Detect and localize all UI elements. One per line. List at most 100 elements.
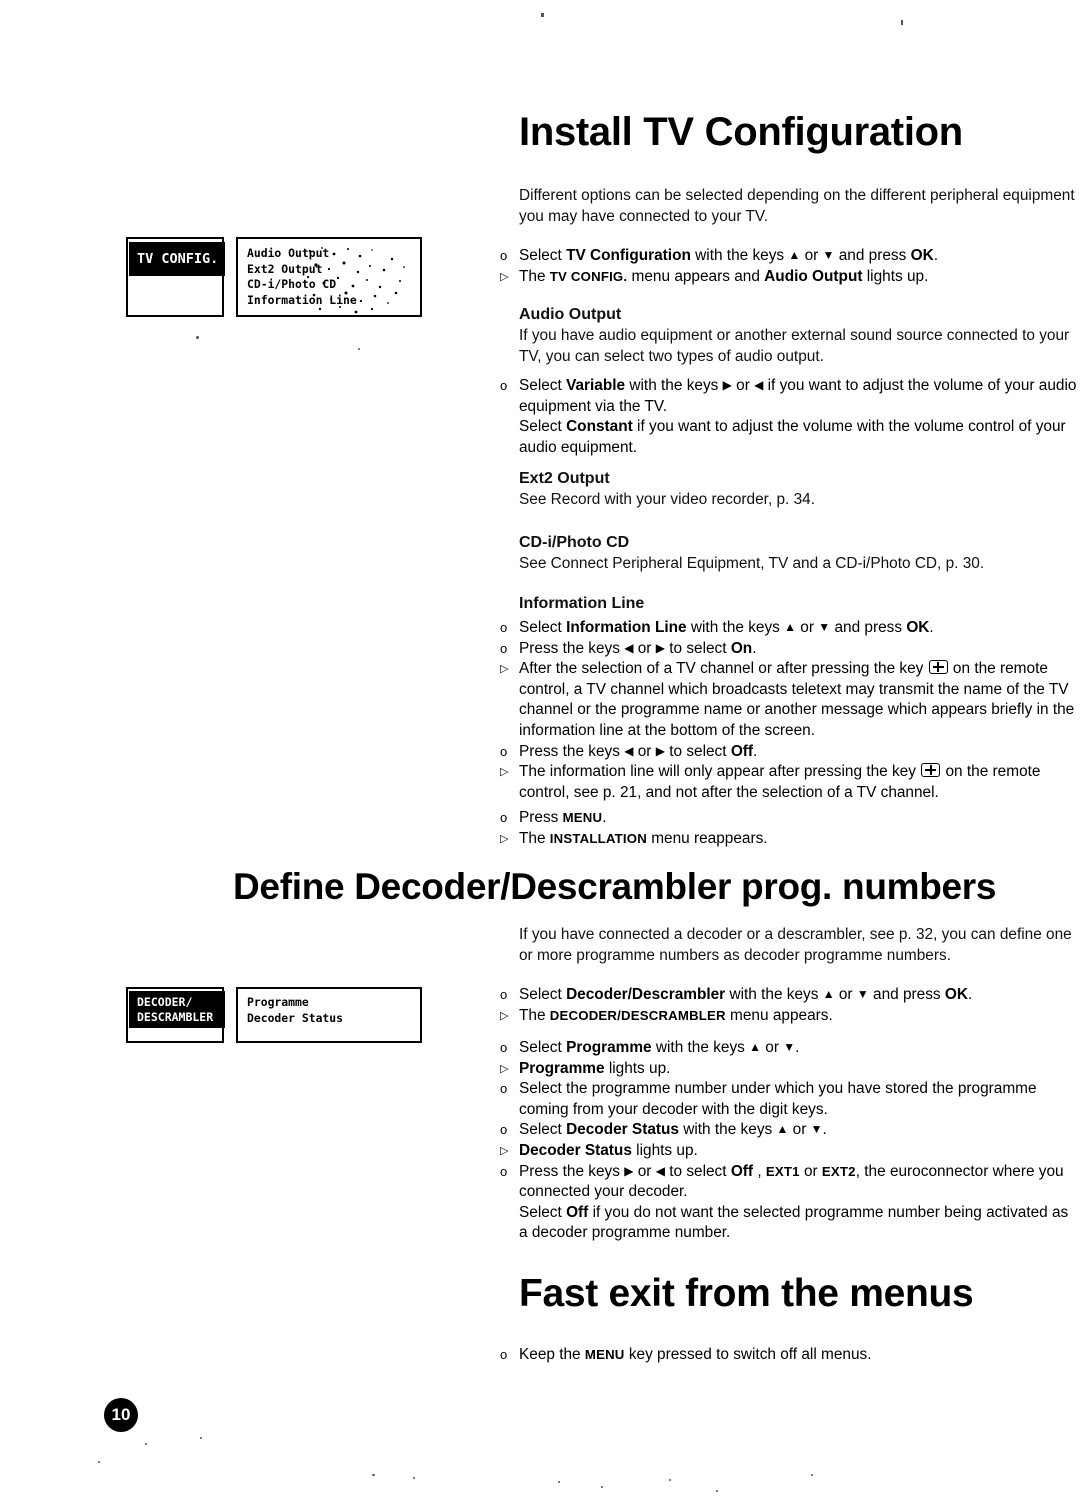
bullet-circle-icon: o — [500, 620, 508, 635]
bullet-triangle-icon: ▷ — [500, 1062, 509, 1075]
page-number-badge: 10 — [104, 1398, 138, 1432]
fastexit-step-0-text: Keep the MENU key pressed to switch off … — [519, 1346, 872, 1363]
arrow-down-icon: ▼ — [856, 987, 869, 1001]
infoline-step-0: o Select Information Line with the keys … — [496, 618, 1080, 639]
bullet-triangle-icon: ▷ — [500, 766, 509, 779]
install-closing-step-1: ▷ The INSTALLATION menu reappears. — [496, 829, 1080, 850]
decoder-steps-group1: o Select Decoder/Descrambler with the ke… — [496, 985, 1080, 1026]
decoder-step-g2-3: o Select Decoder Status with the keys ▲ … — [496, 1120, 1080, 1141]
install-closing-step-0-text: Press MENU. — [519, 809, 607, 826]
document-page: Install TV Configuration Different optio… — [0, 0, 1080, 1511]
decoder-step-g2-5: o Press the keys ▶ or ◀ to select Off , … — [496, 1162, 1080, 1244]
audio-output-step-0: o Select Variable with the keys ▶ or ◀ i… — [496, 376, 1080, 458]
bullet-circle-icon: o — [500, 248, 508, 263]
decoder-intro-paragraph: If you have connected a decoder or a des… — [519, 926, 1072, 964]
install-steps-list: o Select TV Configuration with the keys … — [496, 246, 1080, 287]
bullet-triangle-icon: ▷ — [500, 832, 509, 845]
decoder-step-g1-1-text: The DECODER/DESCRAMBLER menu appears. — [519, 1006, 833, 1024]
fastexit-step-0: o Keep the MENU key pressed to switch of… — [496, 1345, 1080, 1366]
install-step-1: ▷ The TV CONFIG. menu appears and Audio … — [496, 267, 1080, 288]
bullet-triangle-icon: ▷ — [500, 1144, 509, 1157]
tv-config-item-1: Ext2 Output — [247, 261, 323, 276]
bullet-circle-icon: o — [500, 810, 508, 825]
cdi-photo-cd-body: See Connect Peripheral Equipment, TV and… — [519, 555, 985, 572]
decoder-menu-graphic: DECODER/ DESCRAMBLER Programme Decoder S… — [126, 987, 422, 1043]
arrow-left-icon: ◀ — [754, 378, 764, 392]
arrow-up-icon: ▲ — [749, 1040, 762, 1054]
arrow-right-icon: ▶ — [624, 1163, 634, 1178]
subheading-ext2-output: Ext2 Output — [519, 470, 610, 487]
tv-config-highlight-label: TV CONFIG. — [129, 242, 225, 276]
audio-output-subsection: Audio Output If you have audio equipment… — [519, 304, 1077, 367]
heading-install-tv-configuration: Install TV Configuration — [519, 110, 963, 154]
bullet-circle-icon: o — [500, 378, 508, 393]
bullet-circle-icon: o — [500, 1163, 508, 1179]
decoder-step-g1-0: o Select Decoder/Descrambler with the ke… — [496, 985, 1080, 1006]
subheading-cdi-photo-cd: CD-i/Photo CD — [519, 534, 630, 551]
decoder-step-g1-0-text: Select Decoder/Descrambler with the keys… — [519, 986, 973, 1003]
infoline-step-2: ▷ After the selection of a TV channel or… — [496, 659, 1080, 741]
bullet-circle-icon: o — [500, 987, 508, 1002]
bullet-circle-icon: o — [500, 1081, 508, 1097]
information-line-subsection: Information Line — [519, 593, 1077, 615]
bullet-circle-icon: o — [500, 1122, 508, 1138]
tv-config-menu-graphic: TV CONFIG. Audio Output Ext2 Output CD-i… — [126, 237, 422, 317]
scan-dust — [145, 1443, 147, 1445]
install-intro-paragraph: Different options can be selected depend… — [519, 187, 1075, 225]
arrow-right-icon: ▶ — [655, 640, 665, 655]
arrow-down-icon: ▼ — [783, 1040, 796, 1054]
infoline-step-0-text: Select Information Line with the keys ▲ … — [519, 619, 934, 636]
fastexit-steps: o Keep the MENU key pressed to switch of… — [496, 1345, 1080, 1366]
arrow-up-icon: ▲ — [784, 620, 797, 634]
scan-dust — [601, 1486, 603, 1488]
bullet-triangle-icon: ▷ — [500, 270, 509, 283]
decoder-step-g2-3-text: Select Decoder Status with the keys ▲ or… — [519, 1121, 827, 1139]
decoder-step-g1-1: ▷ The DECODER/DESCRAMBLER menu appears. — [496, 1006, 1080, 1027]
subheading-information-line: Information Line — [519, 595, 645, 612]
tv-config-item-0: Audio Output — [247, 246, 330, 260]
decoder-step-g2-1: ▷ Programme lights up. — [496, 1059, 1080, 1080]
infoline-step-1-text: Press the keys ◀ or ▶ to select On. — [519, 639, 757, 657]
install-step-0-text: Select TV Configuration with the keys ▲ … — [519, 247, 938, 264]
arrow-right-icon: ▶ — [655, 743, 665, 758]
bullet-circle-icon: o — [500, 743, 508, 759]
scan-dust — [372, 1474, 375, 1476]
arrow-right-icon: ▶ — [722, 378, 732, 392]
decoder-item-1: Decoder Status — [247, 1010, 344, 1025]
arrow-left-icon: ◀ — [655, 1163, 665, 1178]
install-closing-step-1-text: The INSTALLATION menu reappears. — [519, 829, 768, 847]
scan-dust — [413, 1477, 415, 1479]
install-closing-steps: o Press MENU. ▷ The INSTALLATION menu re… — [496, 808, 1080, 849]
infoline-step-3: o Press the keys ◀ or ▶ to select Off. — [496, 742, 1080, 763]
tv-config-item-2: CD-i/Photo CD — [247, 277, 337, 292]
cdi-photo-cd-subsection: CD-i/Photo CD See Connect Peripheral Equ… — [519, 532, 1077, 575]
decoder-highlight-text-line2: DESCRAMBLER — [137, 1009, 214, 1024]
infoline-step-4-text: The information line will only appear af… — [519, 763, 1041, 801]
install-closing-step-0: o Press MENU. — [496, 808, 1080, 829]
heading-fast-exit: Fast exit from the menus — [519, 1272, 974, 1315]
bullet-circle-icon: o — [500, 1347, 508, 1362]
decoder-step-g2-2: o Select the programme number under whic… — [496, 1079, 1080, 1120]
scan-dust — [811, 1474, 813, 1476]
infoline-step-4: ▷ The information line will only appear … — [496, 762, 1080, 803]
ext2-output-subsection: Ext2 Output See Record with your video r… — [519, 468, 1077, 511]
plus-key-icon — [928, 660, 948, 675]
scan-dust — [541, 13, 544, 17]
arrow-down-icon: ▼ — [822, 248, 835, 262]
scan-dust — [669, 1479, 671, 1481]
scan-dust — [98, 1461, 100, 1463]
arrow-down-icon: ▼ — [818, 620, 831, 634]
information-line-steps: o Select Information Line with the keys … — [496, 618, 1080, 803]
install-step-1-text: The TV CONFIG. menu appears and Audio Ou… — [519, 267, 929, 285]
decoder-menu-items-panel: Programme Decoder Status — [236, 987, 422, 1043]
bullet-triangle-icon: ▷ — [500, 663, 509, 676]
bullet-circle-icon: o — [500, 1040, 508, 1055]
audio-output-steps: o Select Variable with the keys ▶ or ◀ i… — [496, 376, 1080, 458]
tv-config-highlight-text: TV CONFIG. — [137, 251, 219, 267]
scan-dust — [558, 1481, 560, 1483]
ext2-output-body: See Record with your video recorder, p. … — [519, 491, 815, 508]
decoder-highlight-text-line1: DECODER/ — [137, 994, 193, 1009]
arrow-down-icon: ▼ — [810, 1122, 823, 1137]
tv-config-item-3: Information Line — [247, 292, 357, 307]
scan-dust — [358, 348, 360, 350]
